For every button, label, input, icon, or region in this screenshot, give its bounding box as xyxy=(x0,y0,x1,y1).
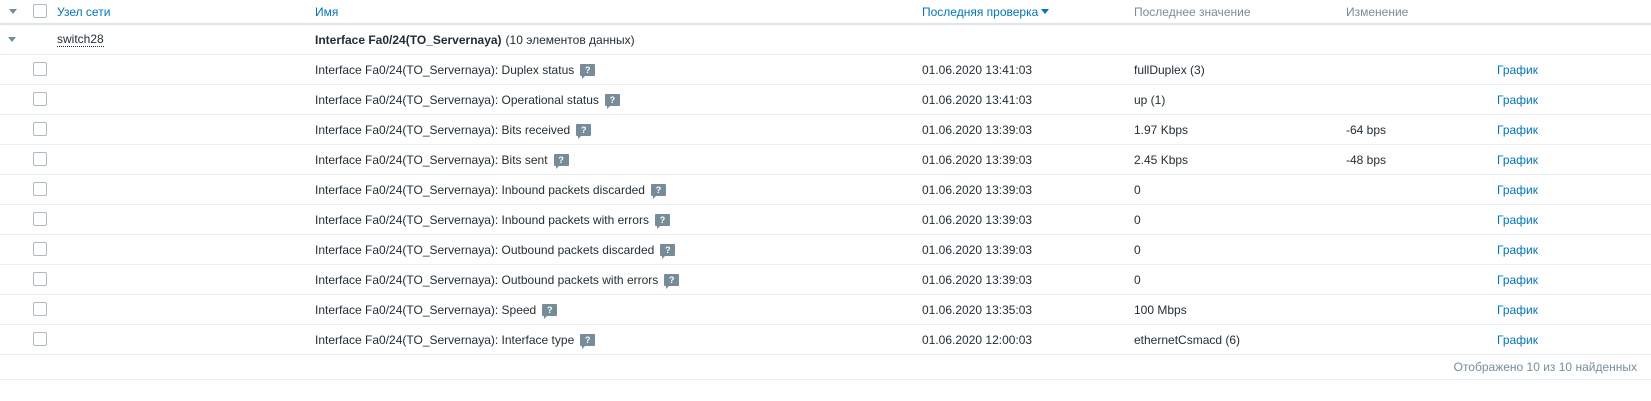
row-checkbox[interactable] xyxy=(33,92,47,106)
graph-link[interactable]: График xyxy=(1497,93,1538,107)
graph-link[interactable]: График xyxy=(1497,123,1538,137)
item-last-value: 100 Mbps xyxy=(1134,302,1187,317)
item-name: Interface Fa0/24(TO_Servernaya): Interfa… xyxy=(315,332,575,347)
item-name: Interface Fa0/24(TO_Servernaya): Outboun… xyxy=(315,242,655,257)
item-rows: Interface Fa0/24(TO_Servernaya): Duplex … xyxy=(0,55,1651,355)
item-name: Interface Fa0/24(TO_Servernaya): Bits se… xyxy=(315,152,548,167)
latest-data-table: Узел сети Имя Последняя проверка Последн… xyxy=(0,0,1651,355)
item-description-hint-icon[interactable]: ? xyxy=(542,303,558,319)
item-description-hint-icon[interactable]: ? xyxy=(553,153,569,169)
item-name: Interface Fa0/24(TO_Servernaya): Inbound… xyxy=(315,212,649,227)
table-row: Interface Fa0/24(TO_Servernaya): Bits se… xyxy=(0,145,1651,175)
item-last-check: 01.06.2020 13:39:03 xyxy=(922,152,1033,167)
item-last-value: 0 xyxy=(1134,242,1141,257)
item-description-hint-icon[interactable]: ? xyxy=(654,213,670,229)
item-description-hint-icon[interactable]: ? xyxy=(664,273,680,289)
table-row: Interface Fa0/24(TO_Servernaya): Inbound… xyxy=(0,205,1651,235)
row-checkbox[interactable] xyxy=(33,212,47,226)
item-name: Interface Fa0/24(TO_Servernaya): Inbound… xyxy=(315,182,645,197)
application-group-row: switch28 Interface Fa0/24(TO_Servernaya)… xyxy=(0,25,1651,55)
graph-link[interactable]: График xyxy=(1497,153,1538,167)
column-header-last-value: Последнее значение xyxy=(1134,4,1251,19)
item-last-check: 01.06.2020 13:39:03 xyxy=(922,182,1033,197)
chevron-down-icon xyxy=(9,9,17,14)
table-row: Interface Fa0/24(TO_Servernaya): Interfa… xyxy=(0,325,1651,355)
column-header-last-check[interactable]: Последняя проверка xyxy=(922,5,1038,19)
row-checkbox[interactable] xyxy=(33,242,47,256)
item-last-check: 01.06.2020 13:39:03 xyxy=(922,212,1033,227)
host-link[interactable]: switch28 xyxy=(57,32,104,47)
item-name: Interface Fa0/24(TO_Servernaya): Operati… xyxy=(315,92,599,107)
table-row: Interface Fa0/24(TO_Servernaya): Outboun… xyxy=(0,235,1651,265)
item-last-check: 01.06.2020 13:39:03 xyxy=(922,122,1033,137)
table-row: Interface Fa0/24(TO_Servernaya): Outboun… xyxy=(0,265,1651,295)
table-footer-summary: Отображено 10 из 10 найденных xyxy=(1453,360,1637,374)
graph-link[interactable]: График xyxy=(1497,333,1538,347)
application-title: Interface Fa0/24(TO_Servernaya) xyxy=(315,32,502,47)
item-description-hint-icon[interactable]: ? xyxy=(650,183,666,199)
row-checkbox[interactable] xyxy=(33,182,47,196)
item-last-value: 2.45 Kbps xyxy=(1134,152,1189,167)
item-last-value: 0 xyxy=(1134,272,1141,287)
select-all-checkbox[interactable] xyxy=(33,4,47,18)
item-description-hint-icon[interactable]: ? xyxy=(580,63,596,79)
application-item-count: (10 элементов данных) xyxy=(505,32,635,47)
item-last-check: 01.06.2020 13:39:03 xyxy=(922,272,1033,287)
table-row: Interface Fa0/24(TO_Servernaya): Bits re… xyxy=(0,115,1651,145)
item-last-check: 01.06.2020 13:41:03 xyxy=(922,92,1033,107)
collapse-group-toggle[interactable] xyxy=(8,25,16,54)
item-last-check: 01.06.2020 13:41:03 xyxy=(922,62,1033,77)
table-header: Узел сети Имя Последняя проверка Последн… xyxy=(0,0,1651,25)
item-last-value: 1.97 Kbps xyxy=(1134,122,1189,137)
column-header-change: Изменение xyxy=(1346,4,1409,19)
row-checkbox[interactable] xyxy=(33,272,47,286)
item-name: Interface Fa0/24(TO_Servernaya): Speed xyxy=(315,302,537,317)
row-checkbox[interactable] xyxy=(33,122,47,136)
graph-link[interactable]: График xyxy=(1497,63,1538,77)
row-checkbox[interactable] xyxy=(33,62,47,76)
table-row: Interface Fa0/24(TO_Servernaya): Speed? 0… xyxy=(0,295,1651,325)
graph-link[interactable]: График xyxy=(1497,243,1538,257)
graph-link[interactable]: График xyxy=(1497,213,1538,227)
graph-link[interactable]: График xyxy=(1497,273,1538,287)
item-description-hint-icon[interactable]: ? xyxy=(604,93,620,109)
item-last-value: 0 xyxy=(1134,182,1141,197)
collapse-all-toggle[interactable] xyxy=(9,0,17,23)
item-description-hint-icon[interactable]: ? xyxy=(660,243,676,259)
item-last-value: fullDuplex (3) xyxy=(1134,62,1205,77)
item-last-check: 01.06.2020 13:35:03 xyxy=(922,302,1033,317)
item-last-value: 0 xyxy=(1134,212,1141,227)
table-row: Interface Fa0/24(TO_Servernaya): Inbound… xyxy=(0,175,1651,205)
graph-link[interactable]: График xyxy=(1497,303,1538,317)
row-checkbox[interactable] xyxy=(33,302,47,316)
graph-link[interactable]: График xyxy=(1497,183,1538,197)
item-name: Interface Fa0/24(TO_Servernaya): Bits re… xyxy=(315,122,571,137)
item-last-value: ethernetCsmacd (6) xyxy=(1134,332,1241,347)
item-change: -48 bps xyxy=(1346,152,1387,167)
column-header-name[interactable]: Имя xyxy=(315,5,338,19)
item-last-check: 01.06.2020 12:00:03 xyxy=(922,332,1033,347)
item-description-hint-icon[interactable]: ? xyxy=(576,123,592,139)
footer-divider xyxy=(0,379,1651,380)
item-change: -64 bps xyxy=(1346,122,1387,137)
item-description-hint-icon[interactable]: ? xyxy=(580,333,596,349)
column-header-host[interactable]: Узел сети xyxy=(57,5,110,19)
item-name: Interface Fa0/24(TO_Servernaya): Outboun… xyxy=(315,272,659,287)
row-checkbox[interactable] xyxy=(33,152,47,166)
table-row: Interface Fa0/24(TO_Servernaya): Operati… xyxy=(0,85,1651,115)
item-last-value: up (1) xyxy=(1134,92,1166,107)
item-name: Interface Fa0/24(TO_Servernaya): Duplex … xyxy=(315,62,575,77)
sort-desc-icon xyxy=(1041,9,1050,14)
row-checkbox[interactable] xyxy=(33,332,47,346)
chevron-down-icon xyxy=(8,37,16,42)
table-row: Interface Fa0/24(TO_Servernaya): Duplex … xyxy=(0,55,1651,85)
item-last-check: 01.06.2020 13:39:03 xyxy=(922,242,1033,257)
